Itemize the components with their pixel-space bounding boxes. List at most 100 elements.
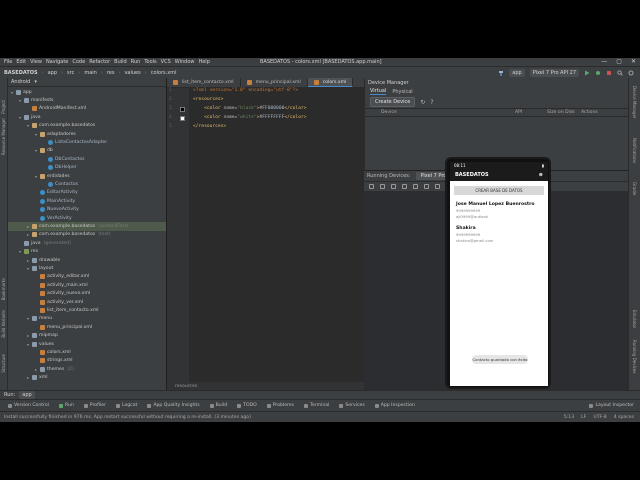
search-icon[interactable] [617,70,623,76]
tree-item[interactable]: ▸ xml [8,374,166,382]
tree-item[interactable]: AndroidManifest.xml [8,105,166,113]
tree-item[interactable]: VerActivity [8,214,166,222]
tree-item[interactable]: ▾ layout [8,264,166,272]
tab-list-item-contacto[interactable]: list_item_contacto.xml [167,78,241,87]
tree-item[interactable]: ▸ mipmap [8,332,166,340]
back-icon[interactable] [424,184,429,189]
tool-profiler[interactable]: Profiler [83,403,106,408]
tree-item[interactable]: DbHelper [8,164,166,172]
file-encoding[interactable]: UTF-8 [593,415,606,420]
list-item[interactable]: Jose Manuel Lopez Buenrostro 9999999999 … [456,202,542,219]
tree-item[interactable]: ▾ entidades [8,172,166,180]
tree-item[interactable]: ▾ manifests [8,96,166,104]
rotate-right-icon[interactable] [413,184,418,189]
tree-item[interactable]: ▸ themes (2) [8,365,166,373]
tool-tab-structure[interactable]: Structure [1,354,6,373]
breadcrumb-item[interactable]: BASEDATOS [4,70,38,76]
color-swatch-icon[interactable] [180,107,185,112]
menu-item[interactable]: Navigate [46,59,68,65]
tool-tab-emulator[interactable]: Emulator [632,310,637,328]
menu-item[interactable]: VCS [161,59,171,65]
tree-item[interactable]: java (generated) [8,239,166,247]
tool-terminal[interactable]: Terminal [303,403,329,408]
breadcrumb-item[interactable]: src [67,70,74,76]
tree-item[interactable]: ▸ drawable [8,256,166,264]
run-config-select[interactable]: app [509,69,525,77]
caret-position[interactable]: 5:13 [564,415,574,420]
color-swatch-icon[interactable] [180,116,185,121]
column-api[interactable]: API [515,110,522,115]
tool-layout-inspector[interactable]: Layout Inspector [589,403,634,408]
tree-item[interactable]: ▾ java [8,113,166,121]
list-item[interactable]: Shakira 9999999999 shakira@gmail.com [456,226,542,243]
create-database-button[interactable]: CREAR BASE DE DATOS [454,186,544,195]
editor-breadcrumb-label[interactable]: resources [175,384,197,389]
tab-colors[interactable]: colors.xml [307,78,354,87]
phone-screen[interactable]: 08:11 ▮ BASEDATOS ⊕ CREAR BASE DE DATOS … [450,162,548,386]
gear-icon[interactable] [628,70,634,76]
device-select[interactable]: Pixel 7 Pro API 27 [529,69,579,77]
tree-item[interactable]: strings.xml [8,357,166,365]
maximize-icon[interactable]: ▢ [616,58,622,65]
breadcrumb-item[interactable]: app [48,70,57,76]
tree-item[interactable]: ▾ app [8,88,166,96]
tool-tab-bookmarks[interactable]: Bookmarks [1,278,6,300]
tool-app-quality[interactable]: App Quality Insights [147,403,200,408]
column-actions[interactable]: Actions [581,110,598,115]
menu-item[interactable]: Window [175,59,195,65]
column-device[interactable]: Device [381,110,397,115]
status-message[interactable]: Install successfully finished in 976 ms.… [4,415,251,420]
tree-item[interactable]: ▸ com.example.basedatos (test) [8,231,166,239]
tool-build[interactable]: Build [209,403,227,408]
tree-item[interactable]: ▾ db [8,147,166,155]
menu-item[interactable]: Refactor [89,59,110,65]
tool-tab-running-devices[interactable]: Running Devices [632,340,637,373]
volume-up-icon[interactable] [380,184,385,189]
stop-icon[interactable] [606,70,612,76]
tree-item[interactable]: ▾ res [8,248,166,256]
tool-logcat[interactable]: Logcat [115,403,137,408]
menu-item[interactable]: Edit [16,59,26,65]
home-icon[interactable] [435,184,440,189]
help-icon[interactable]: ? [430,99,433,106]
hammer-icon[interactable] [498,70,504,76]
tool-version-control[interactable]: Version Control [8,403,49,408]
breadcrumb-item[interactable]: res [107,70,115,76]
tree-item[interactable]: ListaContactosAdapter [8,138,166,146]
volume-down-icon[interactable] [391,184,396,189]
tree-item[interactable]: ▾ menu [8,315,166,323]
add-icon[interactable]: ⊕ [539,172,543,178]
tree-item[interactable]: ▾ com.example.basedatos [8,122,166,130]
line-separator[interactable]: LF [581,415,586,420]
menu-item[interactable]: File [4,59,12,65]
tool-todo[interactable]: TODO [237,403,257,408]
menu-item[interactable]: Build [114,59,127,65]
tree-item[interactable]: activity_editar.xml [8,273,166,281]
tab-virtual[interactable]: Virtual [370,88,387,95]
refresh-icon[interactable]: ↻ [420,99,425,106]
tree-item[interactable]: Contactos [8,180,166,188]
tree-item[interactable]: activity_ver.xml [8,298,166,306]
tool-app-inspection[interactable]: App Inspection [374,403,415,408]
tree-item[interactable]: list_item_contacto.xml [8,306,166,314]
run-icon[interactable] [584,70,590,76]
tab-physical[interactable]: Physical [392,89,412,95]
column-size[interactable]: Size on Disk [547,110,575,115]
tool-services[interactable]: Services [339,403,365,408]
tool-tab-resource-manager[interactable]: Resource Manager [1,118,6,155]
menu-item[interactable]: View [30,59,42,65]
menu-item[interactable]: Code [72,59,85,65]
tree-item[interactable]: NuevoActivity [8,206,166,214]
tree-item[interactable]: EditarActivity [8,189,166,197]
debug-icon[interactable] [595,70,601,76]
tool-tab-gradle[interactable]: Gradle [632,182,637,195]
tree-item[interactable]: activity_main.xml [8,281,166,289]
tree-item[interactable]: MainActivity [8,197,166,205]
menu-item[interactable]: Run [131,59,141,65]
tool-tab-project[interactable]: Project [1,100,6,114]
tool-problems[interactable]: Problems [266,403,294,408]
create-device-button[interactable]: Create Device [370,97,416,107]
tree-item[interactable]: DbContactos [8,155,166,163]
chevron-down-icon[interactable]: ▾ [34,79,37,85]
tab-menu-principal[interactable]: menu_principal.xml [241,78,308,87]
